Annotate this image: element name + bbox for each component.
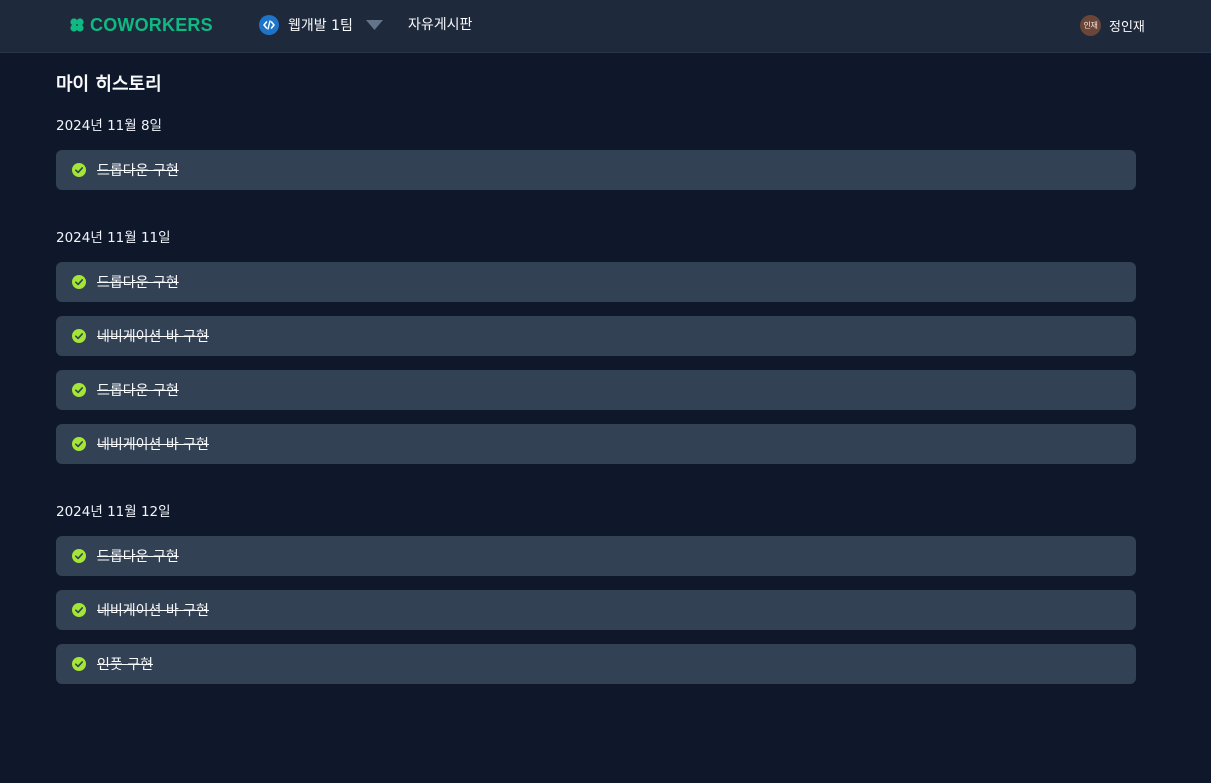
avatar: 인재 [1080,14,1101,36]
task-label: 드롭다운 구현 [97,163,179,179]
page-title: 마이 히스토리 [56,74,162,95]
user-name: 정인재 [1109,19,1145,35]
task-label: 네비게이션 바 구현 [97,329,209,345]
task-list: 드롭다운 구현 네비게이션 바 구현 인풋 구현 [56,536,1136,684]
task-item[interactable]: 네비게이션 바 구현 [56,424,1136,464]
history-date: 2024년 11월 8일 [56,118,162,134]
task-label: 드롭다운 구현 [97,275,179,291]
task-label: 네비게이션 바 구현 [97,437,209,453]
history-day: 2024년 11월 12일 드롭다운 구현 네비게이션 바 구현 인풋 구현 [56,503,1136,684]
check-circle-icon[interactable] [72,383,86,397]
task-item[interactable]: 인풋 구현 [56,644,1136,684]
check-circle-icon[interactable] [72,275,86,289]
clover-icon [70,18,84,32]
logo[interactable]: COWORKERS [69,14,213,36]
task-item[interactable]: 드롭다운 구현 [56,370,1136,410]
team-name: 웹개발 1팀 [288,18,353,34]
task-list: 드롭다운 구현 네비게이션 바 구현 드롭다운 구현 네비게이션 바 구현 [56,262,1136,464]
task-label: 인풋 구현 [97,657,153,673]
task-item[interactable]: 드롭다운 구현 [56,536,1136,576]
task-item[interactable]: 드롭다운 구현 [56,150,1136,190]
task-item[interactable]: 네비게이션 바 구현 [56,316,1136,356]
check-circle-icon[interactable] [72,549,86,563]
task-label: 네비게이션 바 구현 [97,603,209,619]
code-icon [259,15,279,35]
check-circle-icon[interactable] [72,657,86,671]
logo-text: COWORKERS [90,14,213,35]
team-selector[interactable]: 웹개발 1팀 [259,14,383,36]
task-label: 드롭다운 구현 [97,383,179,399]
task-list: 드롭다운 구현 [56,150,1136,190]
user-menu[interactable]: 인재 정인재 [1080,14,1145,36]
task-item[interactable]: 드롭다운 구현 [56,262,1136,302]
check-circle-icon[interactable] [72,603,86,617]
check-circle-icon[interactable] [72,329,86,343]
task-label: 드롭다운 구현 [97,549,179,565]
history-day: 2024년 11월 8일 드롭다운 구현 [56,117,1136,190]
history-day: 2024년 11월 11일 드롭다운 구현 네비게이션 바 구현 드롭다운 구현… [56,229,1136,464]
caret-down-icon[interactable] [365,20,383,30]
free-board-link[interactable]: 자유게시판 [408,15,472,35]
history-date: 2024년 11월 11일 [56,230,171,246]
task-item[interactable]: 네비게이션 바 구현 [56,590,1136,630]
top-navigation: COWORKERS 웹개발 1팀 자유게시판 인재 정인재 [0,0,1211,53]
history-date: 2024년 11월 12일 [56,504,171,520]
check-circle-icon[interactable] [72,437,86,451]
check-circle-icon[interactable] [72,163,86,177]
